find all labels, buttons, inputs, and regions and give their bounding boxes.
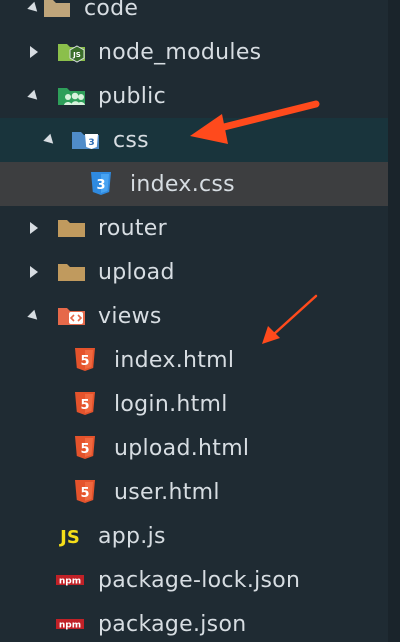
tree-item-upload[interactable]: upload (0, 250, 388, 294)
npm-glyph: npm (59, 621, 81, 631)
chevron-down-icon[interactable] (43, 133, 57, 147)
html5-glyph: 5 (80, 486, 89, 501)
js-glyph: JS (58, 527, 80, 548)
tree-item-upload-html[interactable]: 5 upload.html (0, 426, 388, 470)
tree-item-label: package-lock.json (98, 567, 301, 593)
tree-item-label: login.html (114, 391, 228, 417)
tree-item-package-lock-json[interactable]: npm package-lock.json (0, 558, 388, 602)
npm-file-icon: npm (55, 612, 85, 636)
tree-item-index-html[interactable]: 5 index.html (0, 338, 388, 382)
chevron-right-icon[interactable] (28, 46, 40, 58)
tree-item-label: index.css (130, 171, 235, 197)
html5-file-icon: 5 (70, 348, 100, 372)
html5-glyph: 5 (80, 442, 89, 457)
chevron-right-icon[interactable] (28, 222, 40, 234)
tree-item-code[interactable]: code (0, 0, 388, 30)
views-folder-icon (57, 304, 87, 328)
css-folder-icon: 3 (71, 128, 101, 152)
chevron-right-icon[interactable] (28, 266, 40, 278)
tree-item-label: views (98, 303, 162, 329)
css3-glyph: 3 (96, 178, 105, 193)
html5-glyph: 5 (80, 398, 89, 413)
tree-item-label: package.json (98, 611, 247, 637)
js-file-icon: JS (55, 524, 85, 548)
html5-file-icon: 5 (70, 392, 100, 416)
css3-glyph: 3 (88, 138, 94, 148)
file-explorer-tree: code JS node_modules public 3 css 3 inde… (0, 0, 400, 642)
folder-icon (57, 260, 87, 284)
public-folder-icon (57, 84, 87, 108)
tree-item-label: css (113, 127, 149, 153)
tree-item-label: app.js (98, 523, 166, 549)
css3-file-icon: 3 (86, 172, 116, 196)
tree-item-index-css[interactable]: 3 index.css (0, 162, 388, 206)
tree-item-app-js[interactable]: JS app.js (0, 514, 388, 558)
tree-item-label: upload.html (114, 435, 250, 461)
tree-item-css[interactable]: 3 css (0, 118, 388, 162)
tree-item-login-html[interactable]: 5 login.html (0, 382, 388, 426)
tree-item-label: public (98, 83, 166, 109)
folder-icon (57, 216, 87, 240)
chevron-down-icon[interactable] (27, 1, 41, 15)
chevron-down-icon[interactable] (27, 89, 41, 103)
tree-item-label: router (98, 215, 167, 241)
node-folder-icon: JS (57, 40, 87, 64)
tree-item-label: code (84, 0, 139, 21)
tree-item-package-json[interactable]: npm package.json (0, 602, 388, 642)
tree-item-label: user.html (114, 479, 220, 505)
vertical-scrollbar[interactable] (388, 0, 400, 642)
tree-item-user-html[interactable]: 5 user.html (0, 470, 388, 514)
chevron-down-icon[interactable] (27, 309, 41, 323)
tree-item-label: upload (98, 259, 175, 285)
tree-item-label: node_modules (98, 39, 262, 65)
tree-item-label: index.html (114, 347, 235, 373)
npm-file-icon: npm (55, 568, 85, 592)
tree-item-public[interactable]: public (0, 74, 388, 118)
tree-item-router[interactable]: router (0, 206, 388, 250)
npm-glyph: npm (59, 577, 81, 587)
tree-item-node-modules[interactable]: JS node_modules (0, 30, 388, 74)
js-glyph: JS (72, 51, 81, 59)
tree-item-views[interactable]: views (0, 294, 388, 338)
html5-glyph: 5 (80, 354, 89, 369)
html5-file-icon: 5 (70, 480, 100, 504)
html5-file-icon: 5 (70, 436, 100, 460)
folder-open-icon (42, 0, 72, 20)
